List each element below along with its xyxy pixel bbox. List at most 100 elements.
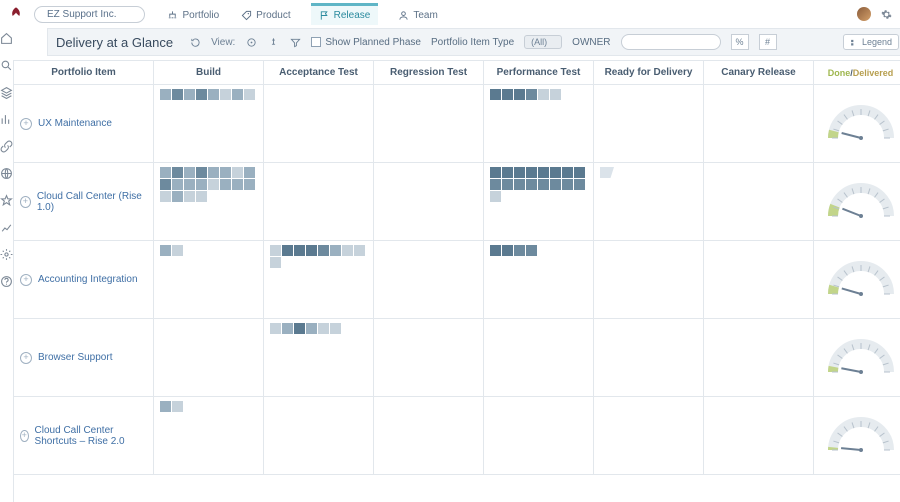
- settings-icon[interactable]: [881, 9, 892, 20]
- work-item-tile[interactable]: [244, 179, 255, 190]
- pin-icon[interactable]: [267, 36, 279, 48]
- work-item-tile[interactable]: [502, 89, 513, 100]
- tab-team[interactable]: Team: [396, 3, 439, 25]
- star-icon[interactable]: [0, 194, 13, 207]
- help-icon[interactable]: [0, 275, 13, 288]
- globe-icon[interactable]: [0, 167, 13, 180]
- work-item-tile[interactable]: [172, 89, 183, 100]
- work-item-tile[interactable]: [196, 167, 207, 178]
- work-item-tile[interactable]: [306, 245, 317, 256]
- work-item-tile[interactable]: [514, 179, 525, 190]
- work-item-tile[interactable]: [232, 167, 243, 178]
- work-item-tile[interactable]: [244, 167, 255, 178]
- percent-toggle-button[interactable]: %: [731, 34, 749, 50]
- portfolio-item-cell[interactable]: +UX Maintenance: [14, 85, 154, 163]
- work-item-tile[interactable]: [550, 167, 561, 178]
- work-item-tile[interactable]: [354, 245, 365, 256]
- link-icon[interactable]: [0, 140, 13, 153]
- org-selector[interactable]: EZ Support Inc.: [34, 6, 145, 23]
- work-item-tile[interactable]: [502, 179, 513, 190]
- work-item-tile[interactable]: [160, 89, 171, 100]
- work-item-tile[interactable]: [538, 179, 549, 190]
- work-item-tile[interactable]: [172, 245, 183, 256]
- work-item-tile[interactable]: [232, 179, 243, 190]
- expand-icon[interactable]: +: [20, 196, 31, 208]
- work-item-tile[interactable]: [574, 179, 585, 190]
- search-icon[interactable]: [0, 59, 13, 72]
- expand-icon[interactable]: +: [20, 430, 29, 442]
- filter-icon[interactable]: [289, 36, 301, 48]
- work-item-tile[interactable]: [232, 89, 243, 100]
- work-item-tile[interactable]: [270, 323, 281, 334]
- work-item-tile[interactable]: [172, 191, 183, 202]
- work-item-tile[interactable]: [196, 191, 207, 202]
- work-item-tile[interactable]: [160, 179, 171, 190]
- work-item-tile[interactable]: [562, 179, 573, 190]
- work-item-tile[interactable]: [196, 179, 207, 190]
- expand-icon[interactable]: +: [20, 118, 32, 130]
- work-item-tile[interactable]: [502, 245, 513, 256]
- work-item-tile[interactable]: [244, 89, 255, 100]
- tab-product[interactable]: Product: [239, 3, 292, 25]
- gear-icon[interactable]: [0, 248, 13, 261]
- work-item-tile[interactable]: [574, 167, 585, 178]
- work-item-tile[interactable]: [208, 167, 219, 178]
- show-planned-checkbox[interactable]: Show Planned Phase: [311, 37, 421, 48]
- layers-icon[interactable]: [0, 86, 13, 99]
- work-item-tile[interactable]: [538, 167, 549, 178]
- work-item-tile[interactable]: [526, 179, 537, 190]
- work-item-tile[interactable]: [490, 245, 501, 256]
- work-item-tile[interactable]: [160, 401, 171, 412]
- work-item-tile[interactable]: [490, 179, 501, 190]
- work-item-tile[interactable]: [282, 323, 293, 334]
- work-item-tile[interactable]: [270, 245, 281, 256]
- work-item-tile[interactable]: [294, 323, 305, 334]
- work-item-tile[interactable]: [184, 89, 195, 100]
- work-item-tile[interactable]: [490, 191, 501, 202]
- work-item-tile[interactable]: [318, 323, 329, 334]
- work-item-tile[interactable]: [490, 89, 501, 100]
- refresh-icon[interactable]: [189, 36, 201, 48]
- work-item-tile[interactable]: [342, 245, 353, 256]
- tab-portfolio[interactable]: Portfolio: [165, 3, 221, 25]
- portfolio-item-type-select[interactable]: (All): [524, 35, 562, 49]
- work-item-tile[interactable]: [306, 323, 317, 334]
- work-item-tile[interactable]: [490, 167, 501, 178]
- work-item-tile[interactable]: [514, 89, 525, 100]
- work-item-tile[interactable]: [184, 179, 195, 190]
- portfolio-item-cell[interactable]: +Cloud Call Center Shortcuts – Rise 2.0: [14, 397, 154, 475]
- work-item-tile[interactable]: [526, 89, 537, 100]
- work-item-tile[interactable]: [196, 89, 207, 100]
- work-item-tile[interactable]: [526, 167, 537, 178]
- work-item-tile[interactable]: [270, 257, 281, 268]
- legend-button[interactable]: Legend: [843, 34, 899, 50]
- work-item-tile[interactable]: [294, 245, 305, 256]
- barchart-icon[interactable]: [0, 113, 13, 126]
- work-item-tile[interactable]: [184, 191, 195, 202]
- hash-toggle-button[interactable]: #: [759, 34, 777, 50]
- portfolio-item-cell[interactable]: +Browser Support: [14, 319, 154, 397]
- work-item-tile[interactable]: [160, 245, 171, 256]
- target-icon[interactable]: [245, 36, 257, 48]
- tab-release[interactable]: Release: [311, 3, 379, 25]
- work-item-tile[interactable]: [172, 179, 183, 190]
- portfolio-item-cell[interactable]: +Accounting Integration: [14, 241, 154, 319]
- work-item-tile[interactable]: [330, 245, 341, 256]
- work-item-tile[interactable]: [526, 245, 537, 256]
- home-icon[interactable]: [0, 32, 13, 45]
- user-avatar[interactable]: [857, 7, 871, 21]
- portfolio-item-cell[interactable]: +Cloud Call Center (Rise 1.0): [14, 163, 154, 241]
- work-item-tile[interactable]: [220, 179, 231, 190]
- work-item-tile[interactable]: [538, 89, 549, 100]
- work-item-tile[interactable]: [184, 167, 195, 178]
- work-item-tile[interactable]: [514, 167, 525, 178]
- work-item-tile[interactable]: [208, 89, 219, 100]
- work-item-tile[interactable]: [330, 323, 341, 334]
- work-item-tile[interactable]: [172, 401, 183, 412]
- work-item-tile[interactable]: [160, 191, 171, 202]
- work-item-tile[interactable]: [514, 245, 525, 256]
- work-item-tile[interactable]: [318, 245, 329, 256]
- expand-icon[interactable]: +: [20, 274, 32, 286]
- analytics-icon[interactable]: [0, 221, 13, 234]
- work-item-tile[interactable]: [550, 179, 561, 190]
